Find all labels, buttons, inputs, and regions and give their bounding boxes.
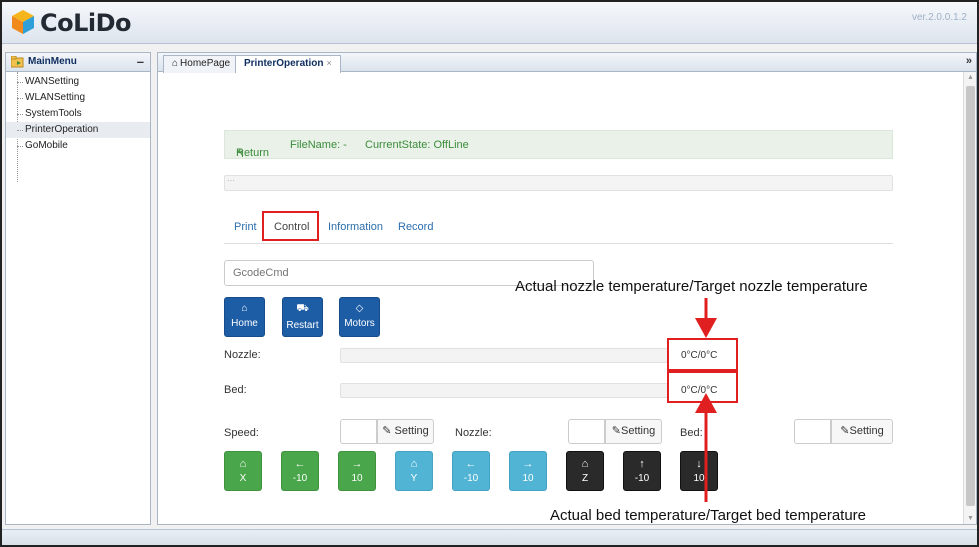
app-window: CoLiDo ver.2.0.0.1.2 MainMenu – WANSetti… xyxy=(0,0,979,547)
bed-arrow-head xyxy=(695,393,717,413)
nozzle-arrow-head xyxy=(695,318,717,338)
annotation-arrows xyxy=(695,298,717,502)
